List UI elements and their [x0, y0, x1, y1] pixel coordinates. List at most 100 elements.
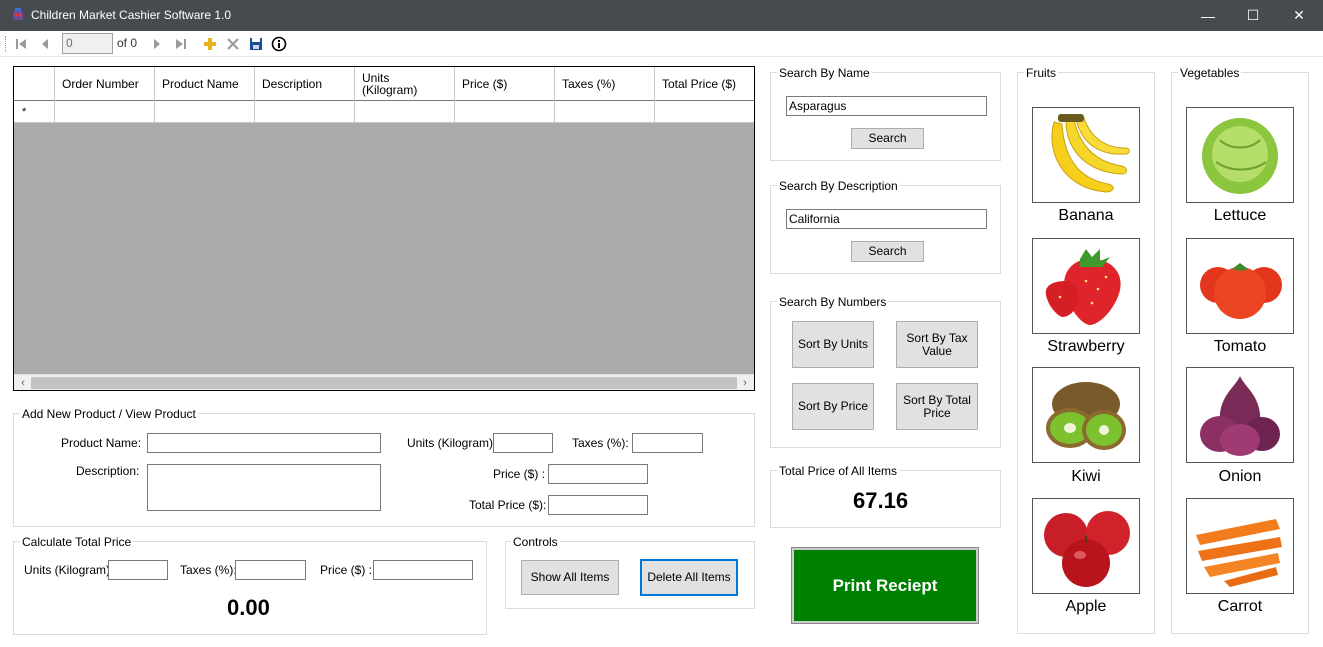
- taxes-input[interactable]: [632, 433, 703, 453]
- search-name-title: Search By Name: [777, 66, 872, 80]
- units-input[interactable]: [493, 433, 553, 453]
- lettuce-picture[interactable]: [1186, 107, 1294, 203]
- tomato-picture[interactable]: [1186, 238, 1294, 334]
- column-header-price[interactable]: Price ($): [455, 67, 555, 101]
- onion-label: Onion: [1218, 468, 1262, 485]
- add-new-icon[interactable]: [201, 35, 219, 53]
- calc-units-input[interactable]: [108, 560, 168, 580]
- table-cell[interactable]: [555, 101, 655, 123]
- sort-by-tax-button[interactable]: Sort By Tax Value: [896, 321, 978, 368]
- taxes-label: Taxes (%):: [572, 436, 629, 450]
- add-product-title: Add New Product / View Product: [20, 407, 198, 421]
- calc-taxes-label: Taxes (%):: [180, 563, 237, 577]
- carrot-picture[interactable]: [1186, 498, 1294, 594]
- save-icon[interactable]: [247, 35, 265, 53]
- lettuce-icon: [1202, 118, 1278, 194]
- total-price-label: Total Price ($):: [469, 498, 547, 512]
- app-icon: [10, 7, 26, 23]
- banana-icon: [1051, 114, 1130, 193]
- scroll-left-icon[interactable]: ‹: [15, 376, 31, 390]
- strawberry-icon: [1045, 249, 1121, 325]
- new-row[interactable]: *: [14, 101, 754, 123]
- show-all-items-button[interactable]: Show All Items: [521, 560, 619, 595]
- minimize-button[interactable]: —: [1185, 0, 1231, 31]
- position-input[interactable]: 0: [62, 33, 113, 54]
- table-cell[interactable]: [155, 101, 255, 123]
- column-header-taxes[interactable]: Taxes (%): [555, 67, 655, 101]
- scrollbar-thumb[interactable]: [31, 377, 737, 389]
- units-label: Units (Kilogram):: [407, 436, 497, 450]
- calc-taxes-input[interactable]: [235, 560, 306, 580]
- apple-icon: [1044, 511, 1130, 587]
- search-name-button[interactable]: Search: [851, 128, 924, 149]
- calc-price-input[interactable]: [373, 560, 473, 580]
- table-cell[interactable]: [655, 101, 754, 123]
- sort-by-units-button[interactable]: Sort By Units: [792, 321, 874, 368]
- onion-picture[interactable]: [1186, 367, 1294, 463]
- search-numbers-title: Search By Numbers: [777, 295, 889, 309]
- table-cell[interactable]: [355, 101, 455, 123]
- scroll-right-icon[interactable]: ›: [737, 376, 753, 390]
- search-description-title: Search By Description: [777, 179, 900, 193]
- row-header-corner: [14, 67, 55, 101]
- delete-icon[interactable]: [224, 35, 242, 53]
- price-label: Price ($) :: [493, 467, 546, 481]
- sort-by-total-price-button[interactable]: Sort By Total Price: [896, 383, 978, 430]
- calc-price-label: Price ($) :: [320, 563, 373, 577]
- close-button[interactable]: ✕: [1276, 0, 1322, 31]
- calculate-title: Calculate Total Price: [20, 535, 134, 549]
- kiwi-label: Kiwi: [1071, 468, 1101, 485]
- table-cell[interactable]: [455, 101, 555, 123]
- column-header-total-price[interactable]: Total Price ($): [655, 67, 755, 101]
- grid-header: Order Number Product Name Description Un…: [14, 67, 754, 101]
- lettuce-label: Lettuce: [1213, 207, 1267, 224]
- column-header-description[interactable]: Description: [255, 67, 355, 101]
- carrot-icon: [1196, 519, 1282, 587]
- table-cell[interactable]: [55, 101, 155, 123]
- total-all-value: 67.16: [853, 488, 909, 513]
- strawberry-label: Strawberry: [1047, 338, 1125, 355]
- vegetables-title: Vegetables: [1178, 66, 1242, 80]
- column-header-order-number[interactable]: Order Number: [55, 67, 155, 101]
- column-header-product-name[interactable]: Product Name: [155, 67, 255, 101]
- maximize-button[interactable]: ☐: [1230, 0, 1276, 31]
- binding-navigator: 0 of 0: [0, 31, 1323, 57]
- price-input[interactable]: [548, 464, 648, 484]
- table-cell[interactable]: [255, 101, 355, 123]
- product-name-input[interactable]: [147, 433, 381, 453]
- new-row-marker: *: [14, 101, 55, 123]
- window-title: Children Market Cashier Software 1.0: [31, 8, 232, 22]
- apple-label: Apple: [1065, 598, 1107, 615]
- move-previous-icon[interactable]: [36, 35, 54, 53]
- tomato-icon: [1200, 263, 1282, 319]
- toolbar-grip[interactable]: [5, 36, 8, 52]
- total-all-title: Total Price of All Items: [777, 464, 900, 478]
- tomato-label: Tomato: [1213, 338, 1267, 355]
- search-name-input[interactable]: [786, 96, 987, 116]
- horizontal-scrollbar[interactable]: ‹ ›: [14, 374, 754, 390]
- info-icon[interactable]: [270, 35, 288, 53]
- search-description-button[interactable]: Search: [851, 241, 924, 262]
- calc-result: 0.00: [227, 595, 270, 620]
- strawberry-picture[interactable]: [1032, 238, 1140, 334]
- move-first-icon[interactable]: [12, 35, 30, 53]
- onion-icon: [1200, 376, 1280, 456]
- kiwi-picture[interactable]: [1032, 367, 1140, 463]
- total-price-input[interactable]: [548, 495, 648, 515]
- sort-by-price-button[interactable]: Sort By Price: [792, 383, 874, 430]
- move-last-icon[interactable]: [172, 35, 190, 53]
- calc-units-label: Units (Kilogram):: [24, 563, 114, 577]
- count-label: of 0: [117, 36, 138, 50]
- column-header-units[interactable]: Units (Kilogram): [355, 67, 455, 101]
- print-receipt-button[interactable]: Print Reciept: [791, 547, 979, 624]
- kiwi-icon: [1046, 382, 1126, 450]
- delete-all-items-button[interactable]: Delete All Items: [640, 559, 738, 596]
- search-description-input[interactable]: [786, 209, 987, 229]
- product-name-label: Product Name:: [61, 436, 142, 450]
- apple-picture[interactable]: [1032, 498, 1140, 594]
- products-grid[interactable]: Order Number Product Name Description Un…: [13, 66, 755, 391]
- banana-picture[interactable]: [1032, 107, 1140, 203]
- move-next-icon[interactable]: [148, 35, 166, 53]
- description-input[interactable]: [147, 464, 381, 511]
- banana-label: Banana: [1058, 207, 1114, 224]
